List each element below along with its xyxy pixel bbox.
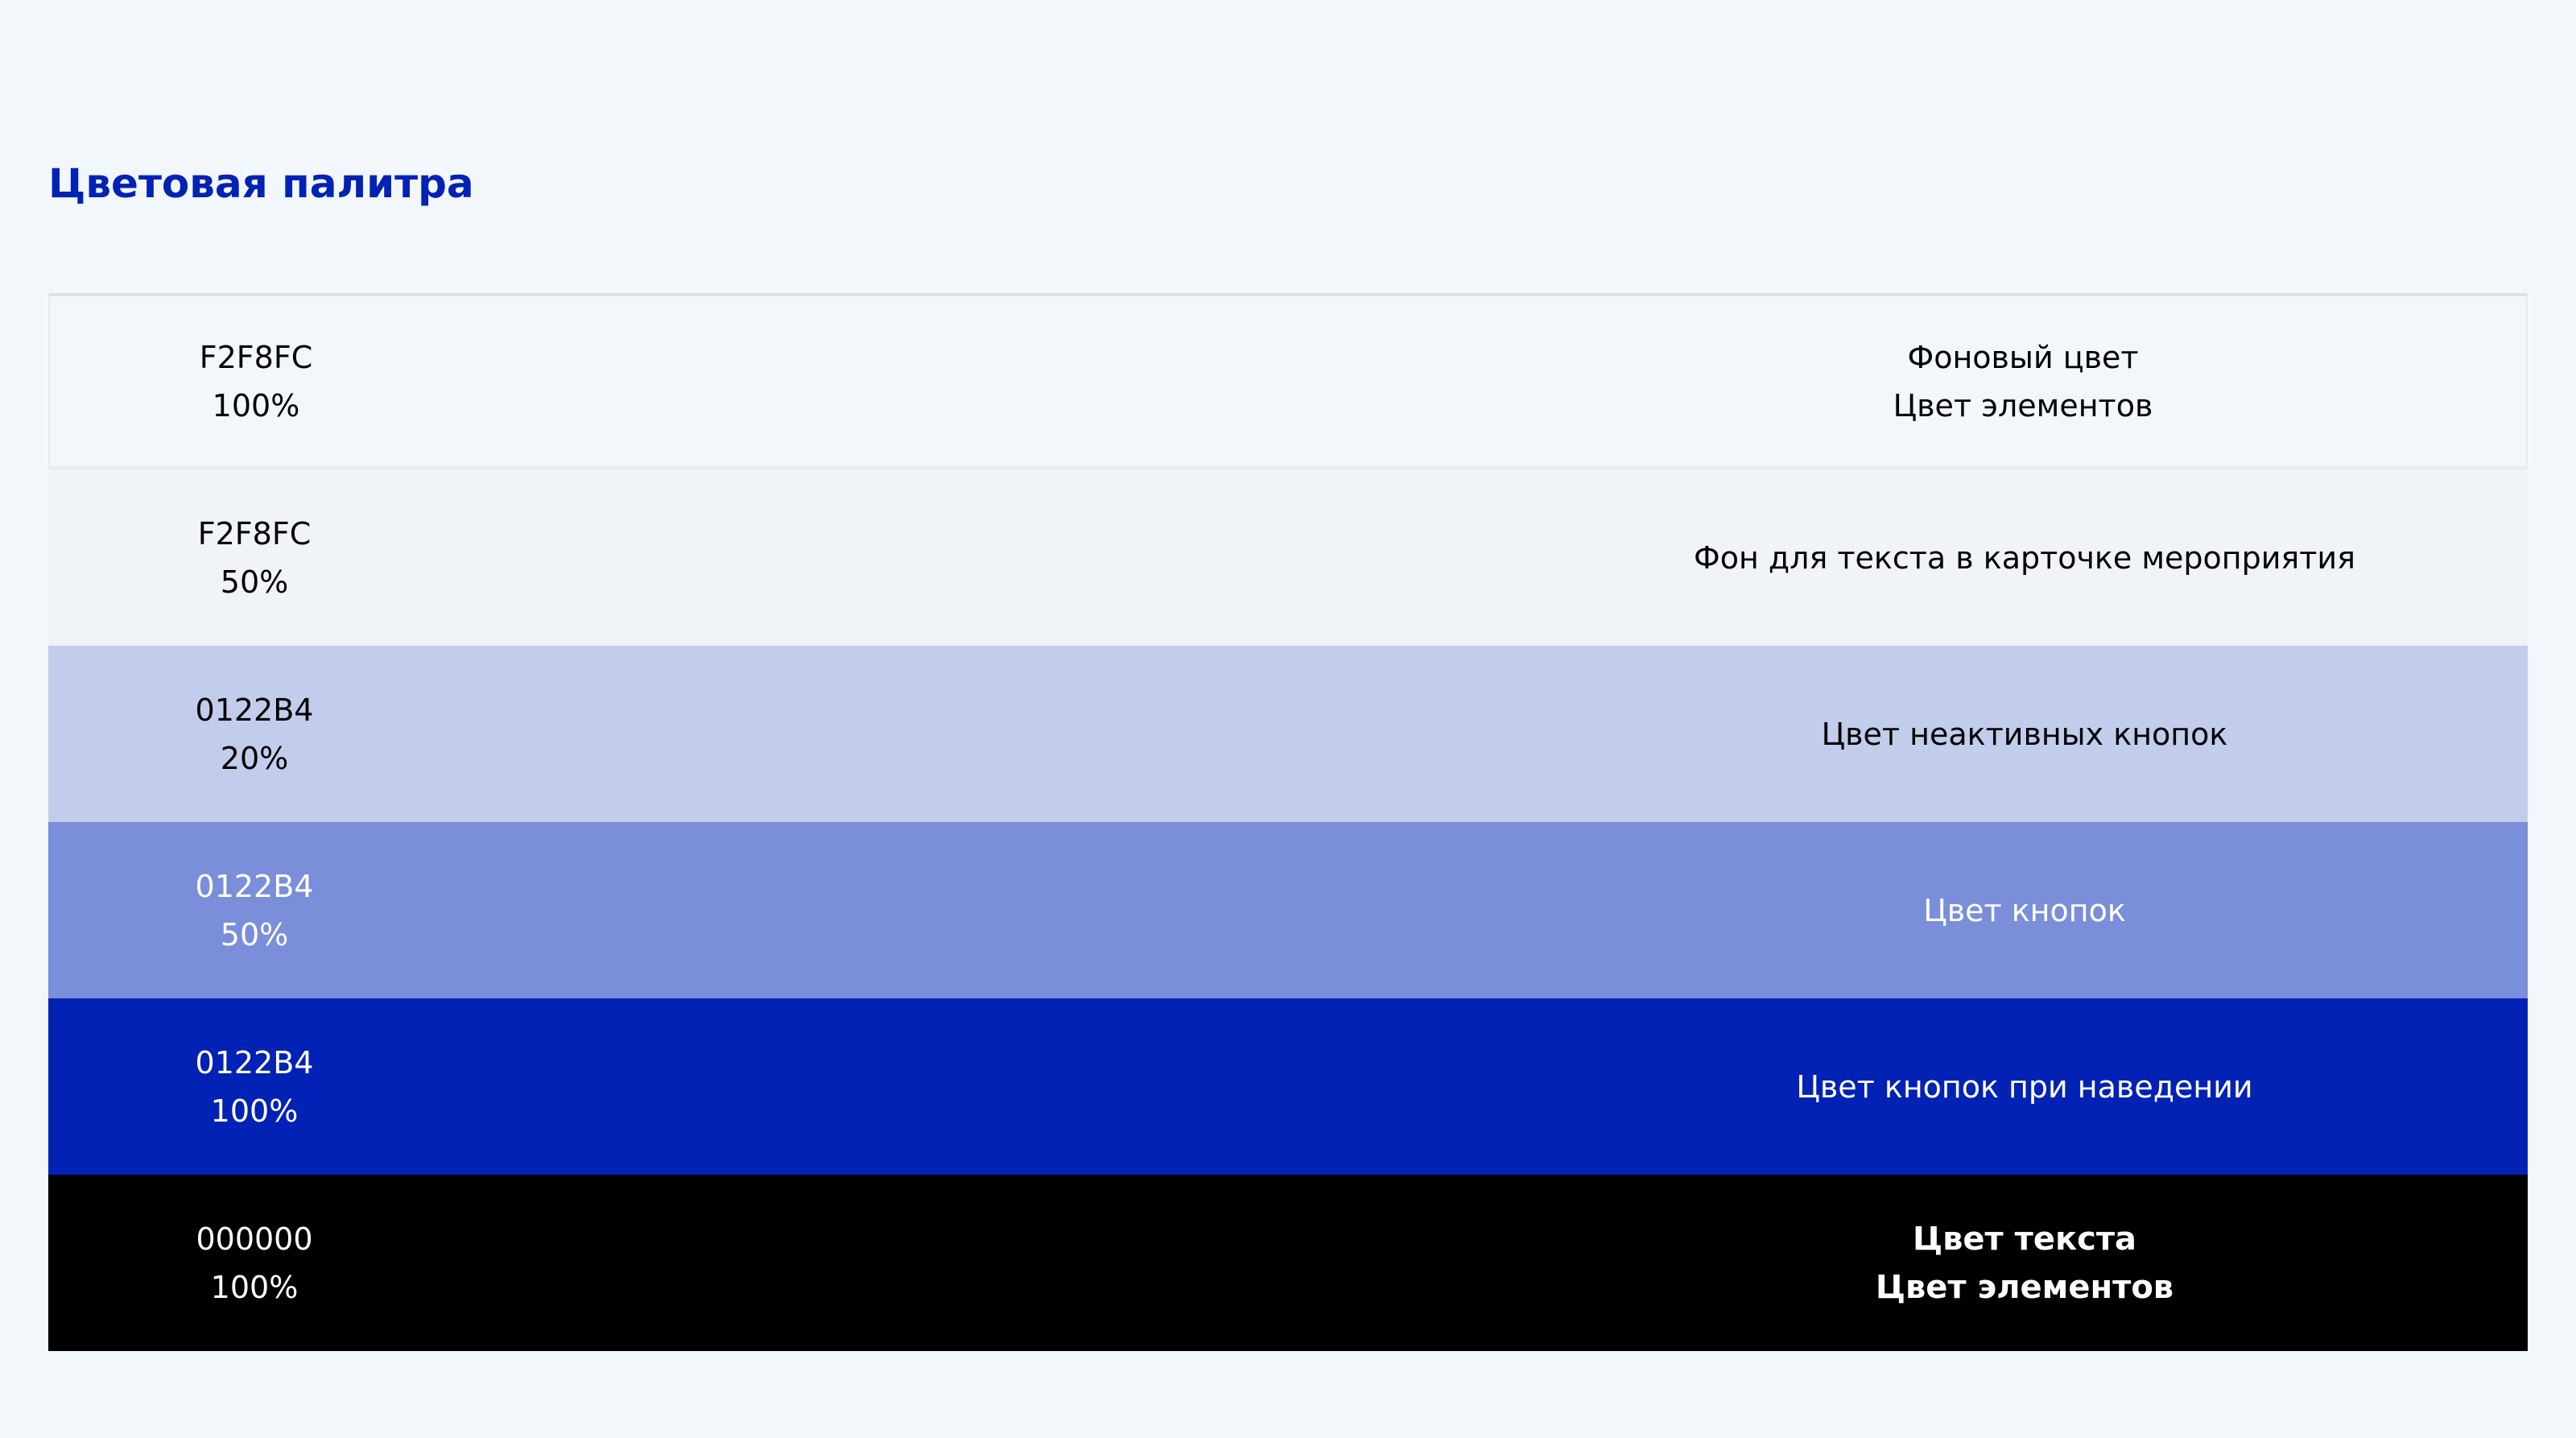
swatch-usage: Цвет элементов — [1875, 1268, 2174, 1306]
color-swatch-f2f8fc-50: F2F8FC 50% Фон для текста в карточке мер… — [48, 469, 2528, 646]
swatch-code: F2F8FC 100% — [50, 333, 462, 430]
color-swatch-0122b4-50: 0122B4 50% Цвет кнопок — [48, 822, 2528, 998]
color-swatch-f2f8fc-100: F2F8FC 100% Фоновый цвет Цвет элементов — [48, 293, 2528, 469]
swatch-description: Фоновый цвет Цвет элементов — [1608, 333, 2438, 430]
swatch-usage: Цвет неактивных кнопок — [1821, 716, 2228, 752]
swatch-description: Цвет кнопок — [1610, 886, 2439, 935]
color-palette: F2F8FC 100% Фоновый цвет Цвет элементов … — [48, 293, 2528, 1351]
swatch-hex: F2F8FC — [199, 339, 313, 375]
swatch-opacity: 100% — [212, 387, 300, 424]
swatch-description: Фон для текста в карточке мероприятия — [1610, 534, 2439, 582]
swatch-usage: Цвет кнопок — [1923, 892, 2126, 928]
swatch-hex: 0122B4 — [195, 692, 314, 728]
swatch-hex: F2F8FC — [197, 515, 312, 552]
swatch-hex: 000000 — [196, 1221, 313, 1257]
swatch-opacity: 50% — [220, 564, 289, 600]
swatch-opacity: 100% — [210, 1269, 299, 1305]
swatch-code: F2F8FC 50% — [48, 510, 460, 606]
swatch-usage: Фоновый цвет — [1907, 339, 2139, 375]
page-title: Цветовая палитра — [48, 160, 474, 207]
swatch-hex: 0122B4 — [195, 868, 314, 904]
swatch-code: 0122B4 100% — [48, 1039, 460, 1135]
swatch-usage: Цвет кнопок при наведении — [1796, 1068, 2253, 1105]
swatch-description: Цвет кнопок при наведении — [1610, 1063, 2439, 1111]
swatch-hex: 0122B4 — [195, 1044, 314, 1081]
swatch-code: 0122B4 50% — [48, 862, 460, 959]
swatch-description: Цвет неактивных кнопок — [1610, 710, 2439, 758]
swatch-opacity: 20% — [220, 740, 289, 776]
color-swatch-000000-100: 000000 100% Цвет текста Цвет элементов — [48, 1175, 2528, 1351]
swatch-code: 000000 100% — [48, 1215, 460, 1312]
swatch-description: Цвет текста Цвет элементов — [1610, 1215, 2439, 1312]
swatch-code: 0122B4 20% — [48, 686, 460, 783]
swatch-usage: Фон для текста в карточке мероприятия — [1694, 539, 2355, 576]
swatch-usage: Цвет элементов — [1893, 387, 2153, 424]
swatch-usage: Цвет текста — [1912, 1220, 2136, 1258]
color-swatch-0122b4-100: 0122B4 100% Цвет кнопок при наведении — [48, 998, 2528, 1175]
swatch-opacity: 100% — [210, 1093, 299, 1129]
color-swatch-0122b4-20: 0122B4 20% Цвет неактивных кнопок — [48, 646, 2528, 822]
swatch-opacity: 50% — [220, 916, 289, 952]
